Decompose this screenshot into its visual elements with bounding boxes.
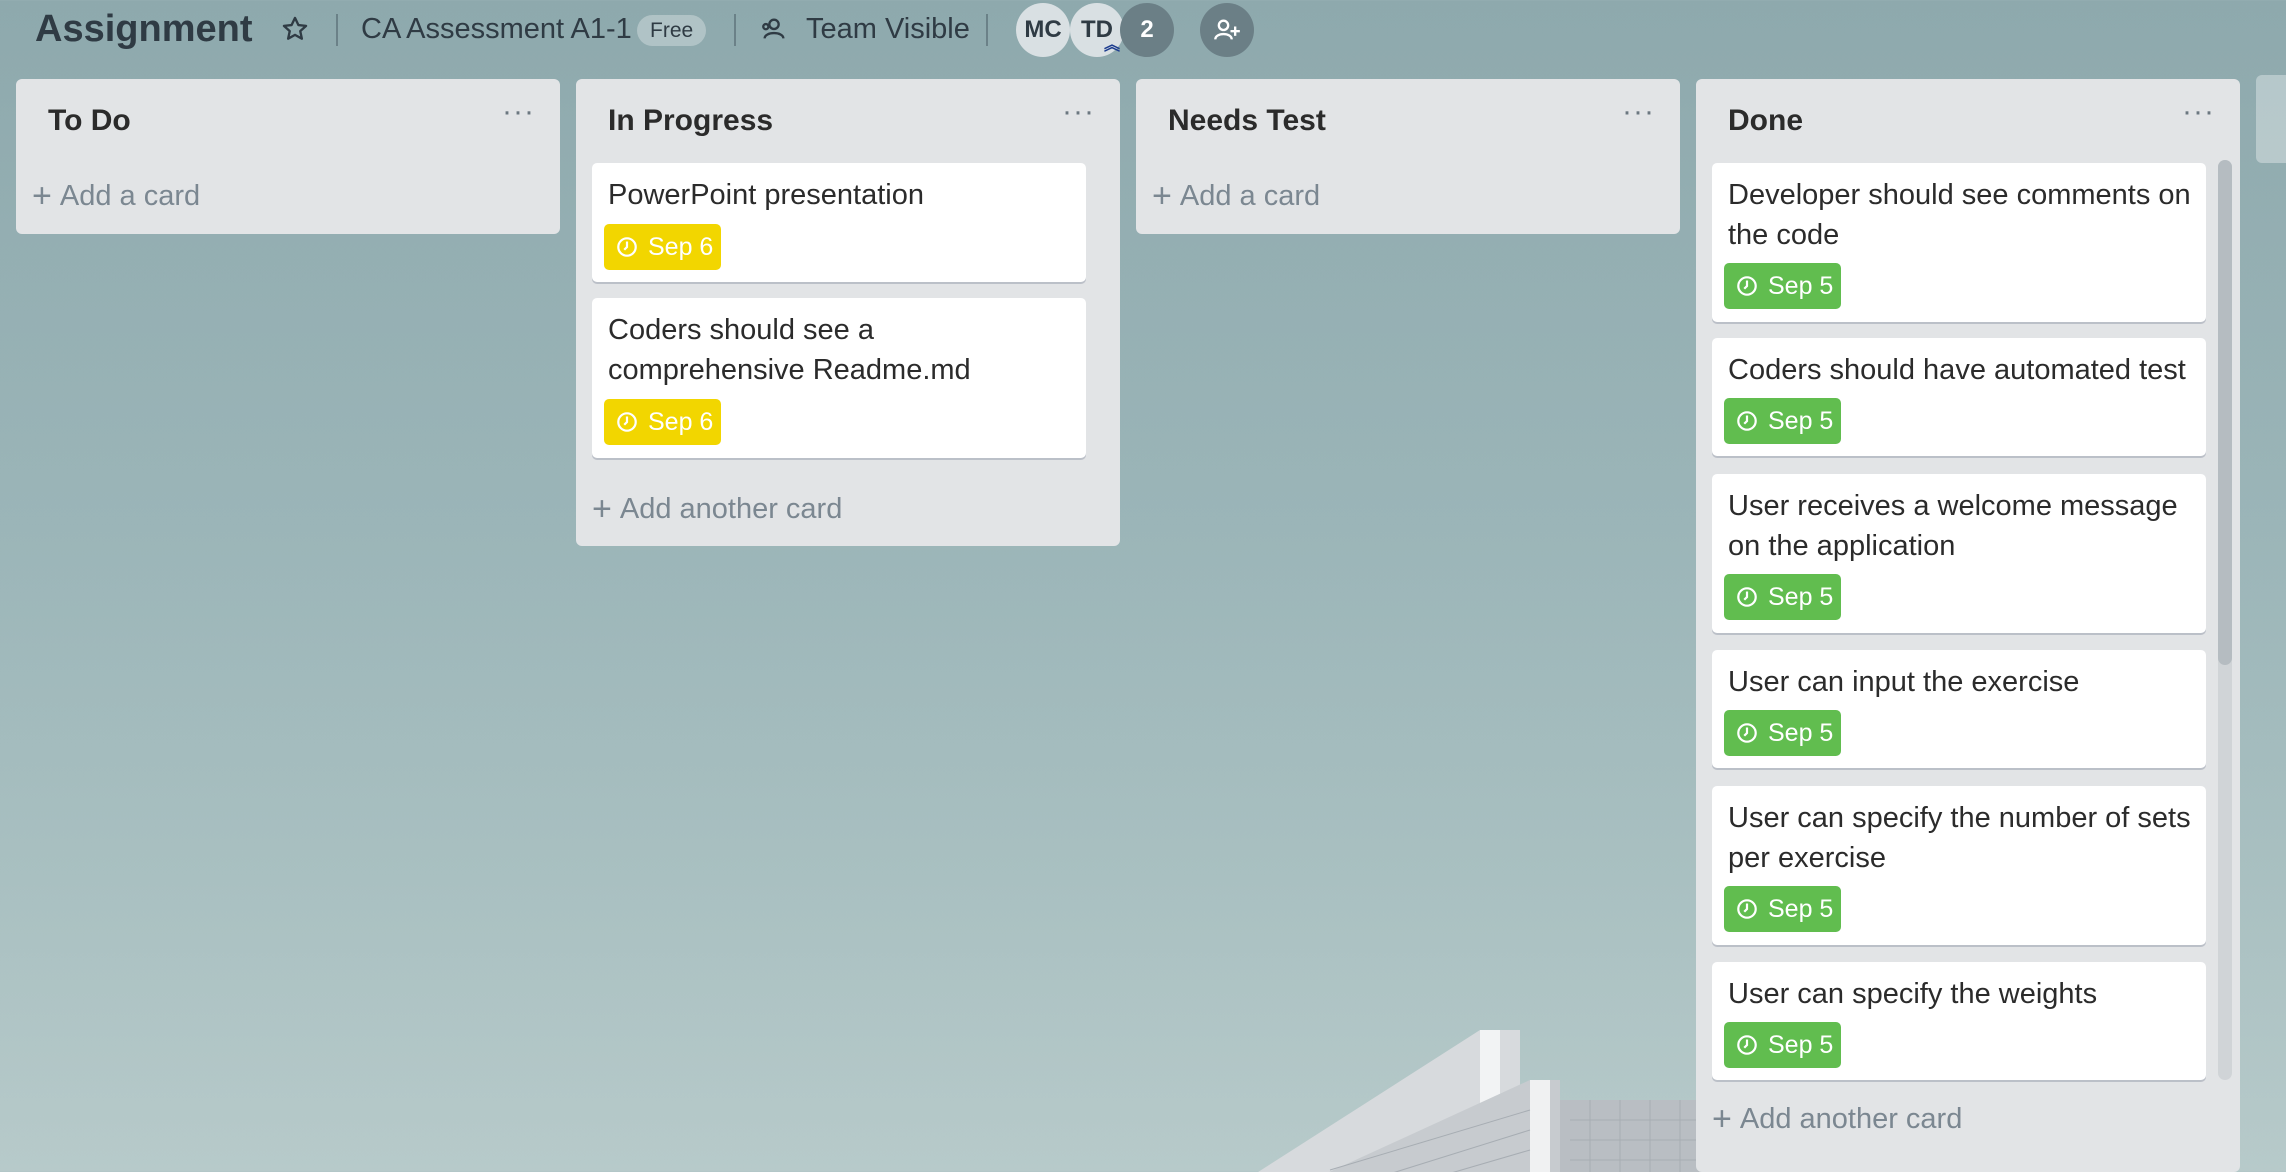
list-title[interactable]: To Do	[48, 104, 131, 138]
board-title[interactable]: Assignment	[35, 8, 252, 51]
due-date-badge[interactable]: Sep 6	[604, 224, 722, 270]
card[interactable]: User can specify the weights Sep 5	[1712, 962, 2206, 1080]
clock-icon	[1737, 723, 1757, 743]
list-menu-icon[interactable]: ···	[2182, 95, 2215, 129]
team-name-button[interactable]: CA Assessment A1-1	[361, 13, 632, 46]
add-card-label: Add a card	[1179, 180, 1321, 212]
board-scroll-handle[interactable]	[2256, 75, 2286, 163]
list-menu-icon[interactable]: ···	[1062, 95, 1095, 129]
due-date-badge[interactable]: Sep 6	[604, 399, 722, 445]
clock-icon	[1737, 276, 1757, 296]
due-date-text: Sep 5	[1768, 271, 1834, 300]
plus-icon: +	[32, 177, 52, 215]
plus-icon: +	[1712, 1100, 1732, 1138]
clock-icon	[1737, 587, 1757, 607]
list-scrollbar-thumb[interactable]	[2218, 160, 2232, 665]
card[interactable]: Developer should see comments on the cod…	[1712, 163, 2206, 322]
clock-icon	[617, 412, 637, 432]
team-icon	[760, 15, 788, 43]
due-date-text: Sep 5	[1768, 582, 1834, 611]
plan-badge: Free	[637, 15, 707, 46]
header-divider	[734, 14, 736, 46]
clock-icon	[1737, 411, 1757, 431]
plus-icon: +	[1152, 177, 1172, 215]
due-date-text: Sep 5	[1768, 406, 1834, 435]
due-date-badge[interactable]: Sep 5	[1724, 1022, 1842, 1068]
add-card-button[interactable]: + Add another card	[592, 490, 842, 529]
list-needs-test: Needs Test ··· + Add a card	[1136, 79, 1680, 234]
due-date-badge[interactable]: Sep 5	[1724, 263, 1842, 309]
list-menu-icon[interactable]: ···	[1622, 95, 1655, 129]
due-date-text: Sep 6	[648, 407, 714, 436]
due-date-text: Sep 5	[1768, 894, 1834, 923]
add-card-label: Add a card	[59, 180, 201, 212]
board-header: Assignment CA Assessment A1-1 Free Team …	[0, 0, 2286, 64]
due-date-badge[interactable]: Sep 5	[1724, 710, 1842, 756]
add-member-icon[interactable]	[1200, 3, 1254, 57]
card[interactable]: User can specify the number of sets per …	[1712, 786, 2206, 945]
due-date-text: Sep 5	[1768, 1030, 1834, 1059]
add-card-button[interactable]: + Add another card	[1712, 1100, 1962, 1139]
list-in-progress: In Progress ··· PowerPoint presentation …	[576, 79, 1120, 546]
card-title: Coders should have automated test	[1728, 354, 2186, 386]
add-card-button[interactable]: + Add a card	[32, 177, 200, 216]
list-title[interactable]: Needs Test	[1168, 104, 1326, 138]
admin-chevron-icon: ︽	[1104, 37, 1121, 54]
list-menu-icon[interactable]: ···	[502, 95, 535, 129]
due-date-text: Sep 5	[1768, 718, 1834, 747]
header-divider	[986, 14, 988, 46]
card-title: User receives a welcome message on the a…	[1728, 490, 2178, 562]
card-title: Developer should see comments on the cod…	[1728, 179, 2191, 251]
add-card-button[interactable]: + Add a card	[1152, 177, 1320, 216]
list-title[interactable]: In Progress	[608, 104, 773, 138]
card-title: User can input the exercise	[1728, 666, 2080, 698]
add-card-label: Add another card	[619, 493, 843, 525]
header-divider	[336, 14, 338, 46]
more-members-count[interactable]: 2	[1120, 3, 1174, 57]
card-title: Coders should see a comprehensive Readme…	[608, 314, 971, 386]
list-done: Done ··· Developer should see comments o…	[1696, 79, 2240, 1172]
card[interactable]: Coders should have automated test Sep 5	[1712, 338, 2206, 456]
due-date-badge[interactable]: Sep 5	[1724, 574, 1842, 620]
list-title[interactable]: Done	[1728, 104, 1803, 138]
card-title: User can specify the weights	[1728, 978, 2098, 1010]
clock-icon	[617, 237, 637, 257]
visibility-button[interactable]: Team Visible	[806, 13, 970, 46]
due-date-badge[interactable]: Sep 5	[1724, 398, 1842, 444]
plus-icon: +	[592, 490, 612, 528]
avatar[interactable]: MC	[1016, 3, 1070, 57]
card-title: PowerPoint presentation	[608, 179, 924, 211]
clock-icon	[1737, 899, 1757, 919]
card[interactable]: PowerPoint presentation Sep 6	[592, 163, 1086, 282]
card[interactable]: User receives a welcome message on the a…	[1712, 474, 2206, 633]
star-icon[interactable]	[278, 12, 312, 46]
due-date-text: Sep 6	[648, 232, 714, 261]
card-title: User can specify the number of sets per …	[1728, 802, 2191, 874]
list-to-do: To Do ··· + Add a card	[16, 79, 560, 234]
card[interactable]: User can input the exercise Sep 5	[1712, 650, 2206, 768]
clock-icon	[1737, 1035, 1757, 1055]
due-date-badge[interactable]: Sep 5	[1724, 886, 1842, 932]
add-card-label: Add another card	[1739, 1103, 1963, 1135]
card[interactable]: Coders should see a comprehensive Readme…	[592, 298, 1086, 458]
